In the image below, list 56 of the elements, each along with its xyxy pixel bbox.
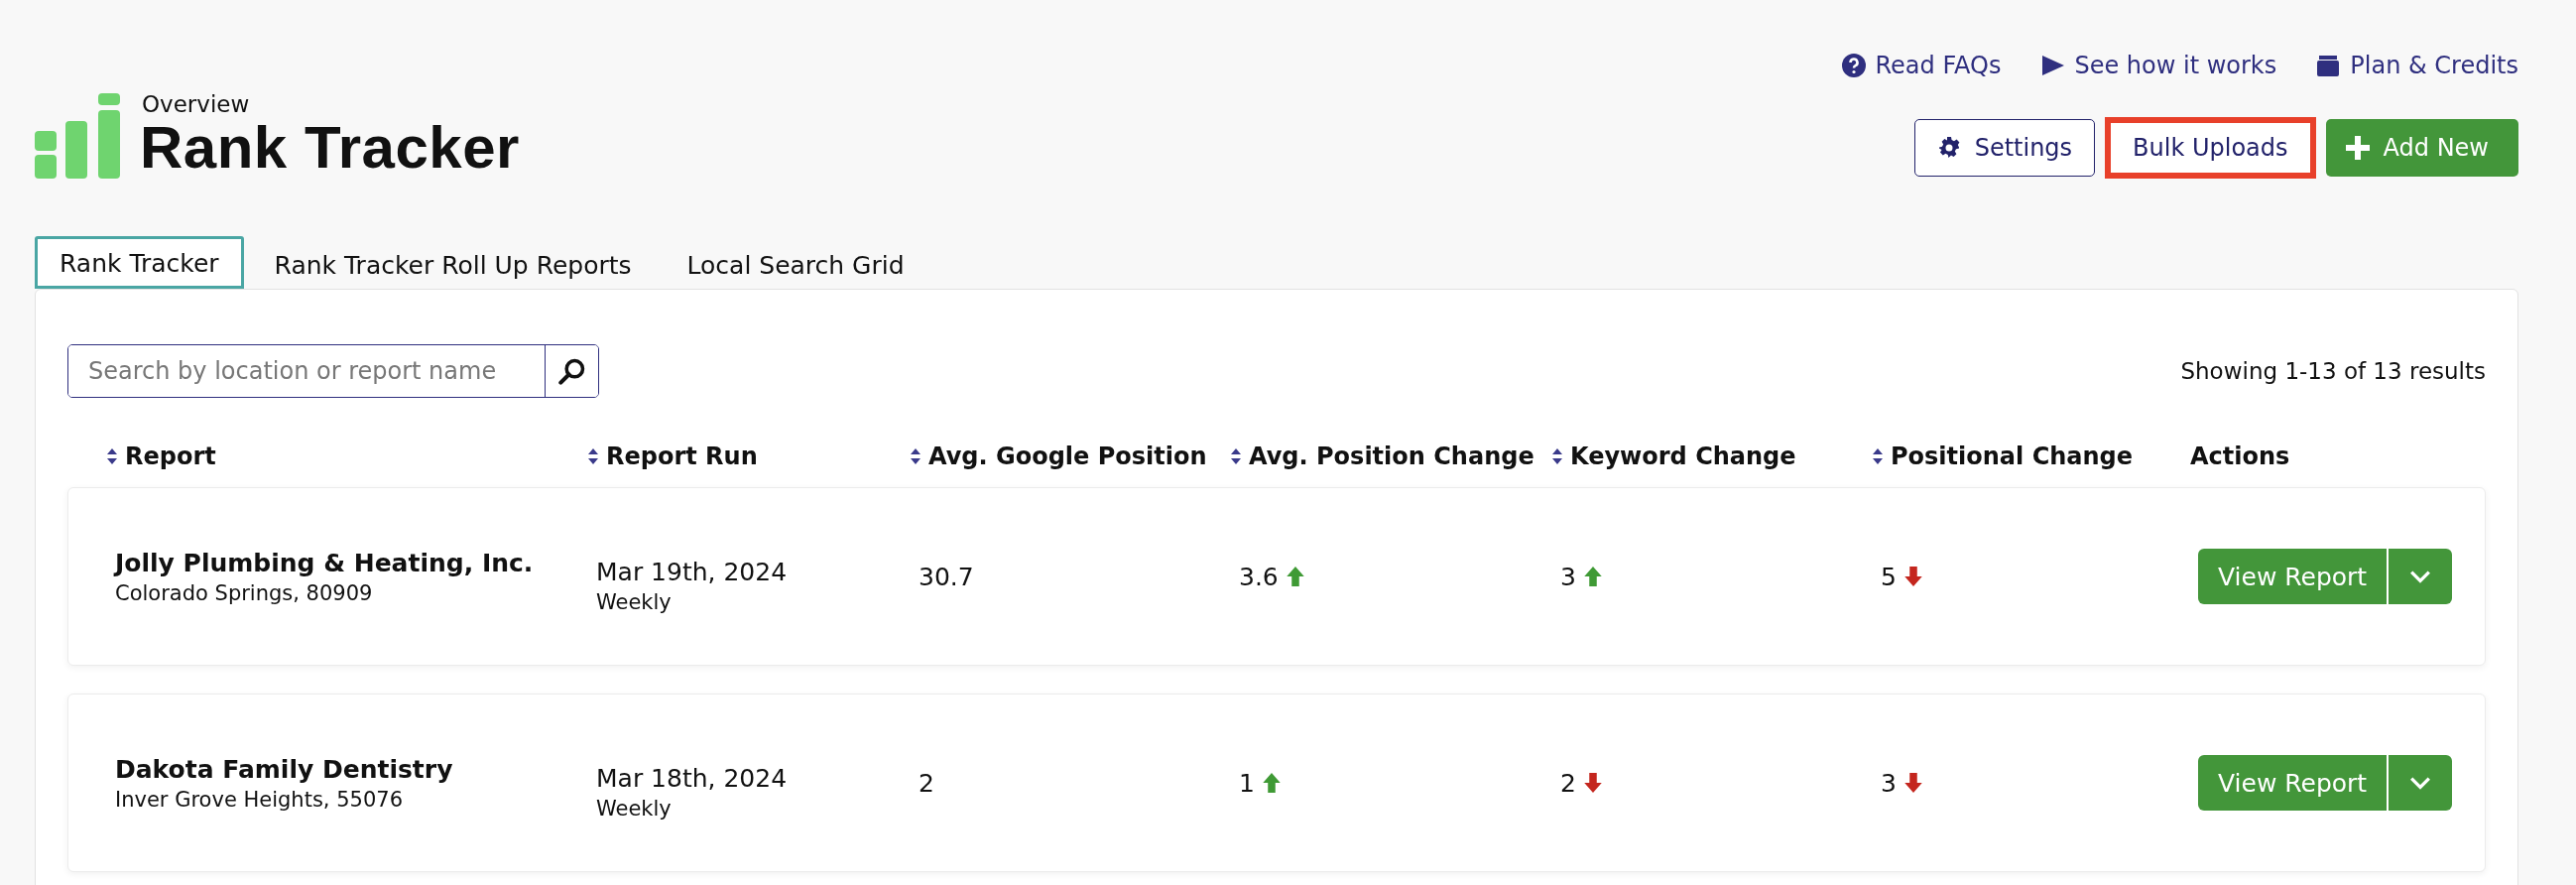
sort-icon[interactable] — [1552, 448, 1562, 464]
breadcrumb: Overview — [142, 91, 251, 117]
run-date: Mar 18th, 2024 — [596, 763, 789, 793]
table-cell: 2 — [1560, 768, 1576, 798]
report-name: Jolly Plumbing & Heating, Inc. — [115, 548, 535, 577]
page-title: Rank Tracker — [140, 117, 520, 179]
column-header: Avg. Google Position — [928, 442, 1207, 470]
add-new-button[interactable]: Add New — [2325, 119, 2518, 177]
logo-icon — [35, 93, 120, 179]
tab[interactable]: Rank Tracker — [35, 236, 244, 289]
table-cell: 3 — [1881, 768, 1897, 798]
table-cell: 1 — [1239, 768, 1255, 798]
table-cell: 3 — [1560, 562, 1576, 591]
view-report-button[interactable]: View Report — [2198, 549, 2388, 604]
table-cell: 5 — [1881, 562, 1897, 591]
header-link[interactable]: See how it works — [2040, 52, 2277, 79]
dropdown-button[interactable] — [2387, 549, 2453, 604]
settings-button[interactable]: Settings — [1913, 119, 2096, 177]
sort-icon[interactable] — [588, 448, 598, 464]
sort-icon[interactable] — [107, 448, 117, 464]
column-header: Avg. Position Change — [1249, 442, 1534, 470]
sort-icon[interactable] — [911, 448, 920, 464]
column-header: Report — [125, 442, 216, 470]
wallet-icon — [2316, 54, 2341, 77]
table-cell-text: 30.7 — [919, 562, 975, 591]
run-date: Mar 19th, 2024 — [596, 557, 789, 586]
report-location: Inver Grove Heights, 55076 — [115, 787, 404, 812]
tab[interactable]: Local Search Grid — [662, 236, 929, 289]
dropdown-button[interactable] — [2387, 755, 2453, 811]
run-frequency: Weekly — [596, 589, 673, 614]
tab[interactable]: Rank Tracker Roll Up Reports — [249, 236, 657, 289]
chevron-down-icon — [2409, 776, 2432, 790]
report-location: Colorado Springs, 80909 — [115, 580, 374, 605]
sort-icon[interactable] — [1873, 448, 1883, 464]
chevron-down-icon — [2409, 569, 2432, 583]
report-name: Dakota Family Dentistry — [115, 754, 454, 784]
results-count: Showing 1-13 of 13 results — [2180, 358, 2486, 384]
view-report-button[interactable]: View Report — [2198, 755, 2388, 811]
column-header: Report Run — [606, 442, 758, 470]
sort-icon[interactable] — [1231, 448, 1241, 464]
plus-icon — [2345, 136, 2370, 160]
run-frequency: Weekly — [596, 796, 673, 821]
column-header: Actions — [2190, 442, 2290, 470]
help-icon — [1841, 54, 1866, 77]
search-field[interactable]: Search by location or report name — [67, 344, 599, 398]
action-button[interactable]: Bulk Uploads — [2105, 117, 2316, 179]
search-icon — [557, 357, 586, 385]
play-icon — [2040, 54, 2065, 77]
table-cell: 3.6 — [1239, 562, 1279, 591]
column-header: Positional Change — [1891, 442, 2134, 470]
settings-icon — [1936, 136, 1961, 160]
header-link[interactable]: Plan & Credits — [2316, 52, 2518, 79]
table-cell-text: 2 — [919, 768, 935, 798]
search-button[interactable] — [545, 345, 598, 397]
column-header: Keyword Change — [1570, 442, 1796, 470]
header-link[interactable]: Read FAQs — [1841, 52, 2002, 79]
